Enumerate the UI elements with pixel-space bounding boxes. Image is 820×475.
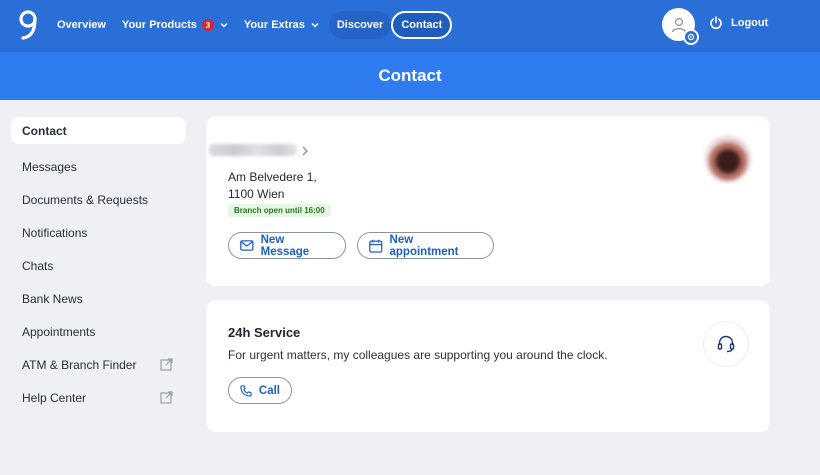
products-count-badge: 3 [201,19,214,31]
sidebar-item-contact[interactable]: Contact [11,117,186,144]
nav-discover-label: Discover [336,19,384,31]
sidebar: Contact Messages Documents & Requests No… [11,117,186,414]
settings-badge-icon[interactable] [683,29,699,45]
page-header: Contact [0,52,820,100]
sidebar-item-label: Bank News [22,291,83,306]
new-message-label: New Message [260,233,310,258]
nav-overview-label: Overview [57,19,106,31]
sidebar-item-appointments[interactable]: Appointments [11,315,186,348]
logout-button[interactable]: Logout [709,16,768,30]
address-line-1: Am Belvedere 1, [228,170,317,184]
main-nav: Overview Your Products 3 Your Extras Dis… [49,10,453,40]
nav-your-products-label: Your Products [121,19,197,31]
chevron-down-icon [311,23,319,28]
sidebar-item-bank-news[interactable]: Bank News [11,282,186,315]
page-title: Contact [378,66,442,85]
service-description: For urgent matters, my colleagues are su… [228,348,608,362]
new-appointment-button[interactable]: New appointment [357,232,494,259]
advisor-name-blurred[interactable] [209,144,297,156]
service-title: 24h Service [228,325,301,340]
new-message-button[interactable]: New Message [228,232,346,259]
sidebar-item-label: Messages [22,159,77,174]
sidebar-item-label: Contact [22,123,67,138]
sidebar-item-help-center[interactable]: Help Center [11,381,186,414]
sidebar-item-label: ATM & Branch Finder [22,357,137,372]
branch-address: Am Belvedere 1, 1100 Wien [228,169,317,203]
bank-logo-icon[interactable] [16,9,40,41]
nav-your-extras[interactable]: Your Extras [236,11,327,39]
nav-discover[interactable]: Discover [328,11,392,39]
sidebar-item-label: Chats [22,258,54,273]
nav-contact[interactable]: Contact [391,11,453,39]
branch-contact-card: Am Belvedere 1, 1100 Wien Branch open un… [206,116,770,286]
phone-icon [240,384,252,397]
address-line-2: 1100 Wien [228,187,285,201]
external-link-icon [160,358,173,371]
sidebar-item-atm-branch-finder[interactable]: ATM & Branch Finder [11,348,186,381]
branch-status-badge: Branch open until 16:00 [228,204,331,217]
nav-overview[interactable]: Overview [49,11,114,39]
call-label: Call [258,384,280,397]
sidebar-item-label: Documents & Requests [22,192,149,207]
chevron-down-icon [220,23,228,28]
sidebar-item-documents-requests[interactable]: Documents & Requests [11,183,186,216]
headset-icon [704,322,748,366]
new-appointment-label: New appointment [389,233,459,258]
envelope-icon [240,240,254,251]
service-card: 24h Service For urgent matters, my colle… [206,300,770,432]
sidebar-item-label: Appointments [22,324,96,339]
nav-contact-label: Contact [401,19,443,31]
logout-label: Logout [731,17,769,29]
sidebar-item-label: Help Center [22,390,87,405]
sidebar-item-label: Notifications [22,225,88,240]
nav-your-extras-label: Your Extras [243,19,305,31]
sidebar-item-messages[interactable]: Messages [11,150,186,183]
sidebar-item-chats[interactable]: Chats [11,249,186,282]
nav-your-products[interactable]: Your Products 3 [114,11,236,39]
call-button[interactable]: Call [228,377,292,404]
advisor-avatar [705,136,751,182]
power-icon [710,16,722,30]
calendar-icon [369,239,383,253]
chevron-right-icon[interactable] [301,146,309,156]
external-link-icon [160,391,173,404]
top-navigation-bar: Overview Your Products 3 Your Extras Dis… [0,0,820,52]
sidebar-item-notifications[interactable]: Notifications [11,216,186,249]
